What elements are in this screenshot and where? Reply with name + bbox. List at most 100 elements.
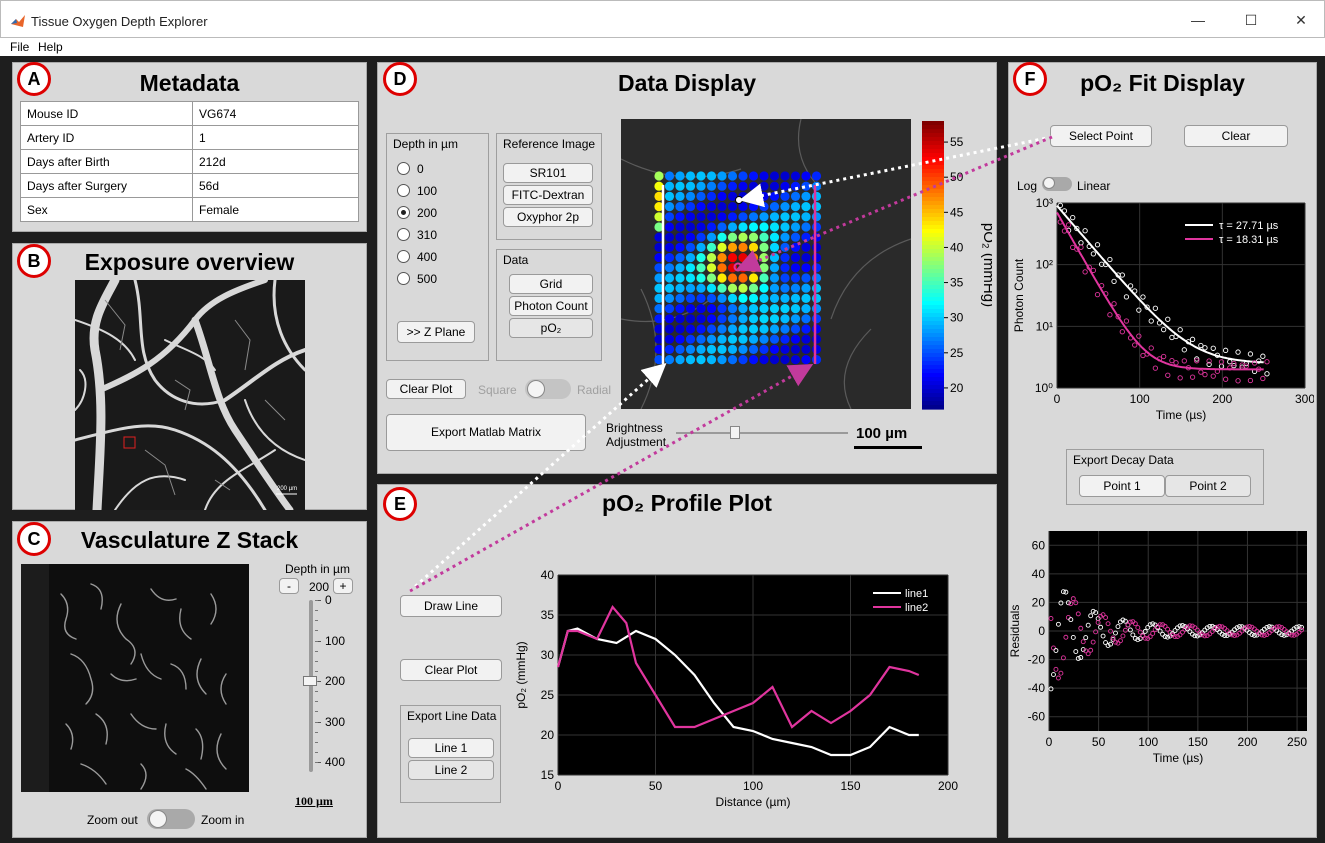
po2-grid-point[interactable] bbox=[801, 324, 811, 334]
po2-grid-point[interactable] bbox=[801, 283, 811, 293]
po2-grid-point[interactable] bbox=[790, 181, 801, 191]
depth-slider[interactable]: 0 100 200 300 400 bbox=[285, 593, 365, 775]
po2-grid-point[interactable] bbox=[769, 242, 780, 252]
po2-grid-point[interactable] bbox=[727, 324, 738, 334]
po2-grid-point[interactable] bbox=[801, 344, 811, 354]
po2-grid-point[interactable] bbox=[790, 202, 801, 212]
po2-grid-point[interactable] bbox=[759, 191, 769, 201]
po2-grid-point[interactable] bbox=[675, 191, 685, 201]
exposure-image[interactable]: 200 µm bbox=[75, 280, 305, 510]
po2-grid-point[interactable] bbox=[748, 171, 759, 181]
po2-grid-point[interactable] bbox=[685, 273, 696, 283]
po2-grid-point[interactable] bbox=[664, 263, 675, 273]
minimize-button[interactable]: — bbox=[1184, 10, 1212, 30]
po2-grid-point[interactable] bbox=[801, 222, 811, 232]
po2-grid-point[interactable] bbox=[727, 222, 738, 232]
po2-grid-point[interactable] bbox=[738, 314, 748, 324]
po2-grid-point[interactable] bbox=[769, 253, 780, 263]
depth-value[interactable]: 200 bbox=[309, 580, 329, 594]
po2-grid-point[interactable] bbox=[790, 171, 801, 181]
po2-grid-point[interactable] bbox=[717, 232, 727, 242]
depth-radio-400[interactable] bbox=[397, 250, 410, 263]
po2-grid-point[interactable] bbox=[769, 181, 780, 191]
po2-grid-point[interactable] bbox=[790, 324, 801, 334]
po2-grid-point[interactable] bbox=[727, 355, 738, 365]
po2-grid-point[interactable] bbox=[696, 355, 706, 365]
po2-grid-point[interactable] bbox=[769, 283, 780, 293]
po2-grid-point[interactable] bbox=[675, 304, 685, 314]
po2-grid-point[interactable] bbox=[769, 334, 780, 344]
po2-grid-point[interactable] bbox=[801, 263, 811, 273]
po2-grid-point[interactable] bbox=[706, 242, 717, 252]
draw-line-button[interactable]: Draw Line bbox=[400, 595, 502, 617]
po2-grid-point[interactable] bbox=[811, 304, 822, 314]
po2-grid-point[interactable] bbox=[664, 293, 675, 303]
po2-grid-point[interactable] bbox=[727, 212, 738, 222]
po2-grid-point[interactable] bbox=[738, 304, 748, 314]
po2-grid-point[interactable] bbox=[811, 273, 822, 283]
po2-grid-point[interactable] bbox=[727, 202, 738, 212]
select-point-button[interactable]: Select Point bbox=[1050, 125, 1152, 147]
po2-grid-point[interactable] bbox=[717, 263, 727, 273]
po2-grid-point[interactable] bbox=[780, 181, 790, 191]
po2-grid-point[interactable] bbox=[780, 242, 790, 252]
po2-button[interactable]: pO₂ bbox=[509, 318, 593, 338]
po2-grid-point[interactable] bbox=[748, 314, 759, 324]
po2-grid-point[interactable] bbox=[801, 334, 811, 344]
po2-grid-point[interactable] bbox=[748, 324, 759, 334]
po2-grid-point[interactable] bbox=[738, 212, 748, 222]
po2-grid-point[interactable] bbox=[759, 263, 769, 273]
po2-grid-point[interactable] bbox=[801, 212, 811, 222]
po2-grid-point[interactable] bbox=[811, 355, 822, 365]
po2-grid-point[interactable] bbox=[727, 283, 738, 293]
po2-grid-point[interactable] bbox=[706, 355, 717, 365]
po2-grid-point[interactable] bbox=[780, 324, 790, 334]
po2-map[interactable] bbox=[621, 119, 911, 409]
po2-grid-point[interactable] bbox=[664, 304, 675, 314]
po2-grid-point[interactable] bbox=[717, 212, 727, 222]
po2-grid-point[interactable] bbox=[706, 273, 717, 283]
po2-grid-point[interactable] bbox=[769, 324, 780, 334]
po2-grid-point[interactable] bbox=[738, 344, 748, 354]
po2-grid-point[interactable] bbox=[706, 263, 717, 273]
po2-grid-point[interactable] bbox=[685, 171, 696, 181]
po2-grid-point[interactable] bbox=[696, 304, 706, 314]
po2-grid-point[interactable] bbox=[759, 222, 769, 232]
po2-grid-point[interactable] bbox=[811, 314, 822, 324]
po2-grid-point[interactable] bbox=[748, 181, 759, 191]
export-matlab-button[interactable]: Export Matlab Matrix bbox=[386, 414, 586, 451]
po2-grid-point[interactable] bbox=[664, 191, 675, 201]
po2-grid-point[interactable] bbox=[717, 273, 727, 283]
po2-grid-point[interactable] bbox=[696, 232, 706, 242]
po2-grid-point[interactable] bbox=[727, 253, 738, 263]
po2-grid-point[interactable] bbox=[685, 334, 696, 344]
fitc-dextran-button[interactable]: FITC-Dextran bbox=[503, 185, 593, 205]
po2-grid-point[interactable] bbox=[790, 314, 801, 324]
po2-grid-point[interactable] bbox=[675, 202, 685, 212]
po2-grid-point[interactable] bbox=[675, 355, 685, 365]
po2-grid-point[interactable] bbox=[780, 202, 790, 212]
po2-grid-point[interactable] bbox=[811, 253, 822, 263]
po2-grid-point[interactable] bbox=[748, 222, 759, 232]
oxyphor-2p-button[interactable]: Oxyphor 2p bbox=[503, 207, 593, 227]
po2-grid-point[interactable] bbox=[748, 191, 759, 201]
square-radial-toggle[interactable] bbox=[525, 379, 571, 399]
po2-grid-point[interactable] bbox=[759, 181, 769, 191]
po2-grid-point[interactable] bbox=[811, 181, 822, 191]
brightness-slider[interactable] bbox=[676, 426, 848, 439]
maximize-button[interactable]: ☐ bbox=[1237, 10, 1265, 30]
po2-grid-point[interactable] bbox=[790, 232, 801, 242]
po2-grid-point[interactable] bbox=[759, 334, 769, 344]
po2-grid-point[interactable] bbox=[769, 232, 780, 242]
po2-grid-point[interactable] bbox=[675, 324, 685, 334]
po2-grid-point[interactable] bbox=[675, 344, 685, 354]
grid-button[interactable]: Grid bbox=[509, 274, 593, 294]
line-1-button[interactable]: Line 1 bbox=[408, 738, 494, 758]
po2-grid-point[interactable] bbox=[717, 344, 727, 354]
po2-grid-point[interactable] bbox=[759, 232, 769, 242]
po2-grid-point[interactable] bbox=[727, 171, 738, 181]
po2-grid-point[interactable] bbox=[811, 242, 822, 252]
po2-grid-point[interactable] bbox=[780, 355, 790, 365]
po2-grid-point[interactable] bbox=[769, 212, 780, 222]
po2-grid-point[interactable] bbox=[664, 283, 675, 293]
